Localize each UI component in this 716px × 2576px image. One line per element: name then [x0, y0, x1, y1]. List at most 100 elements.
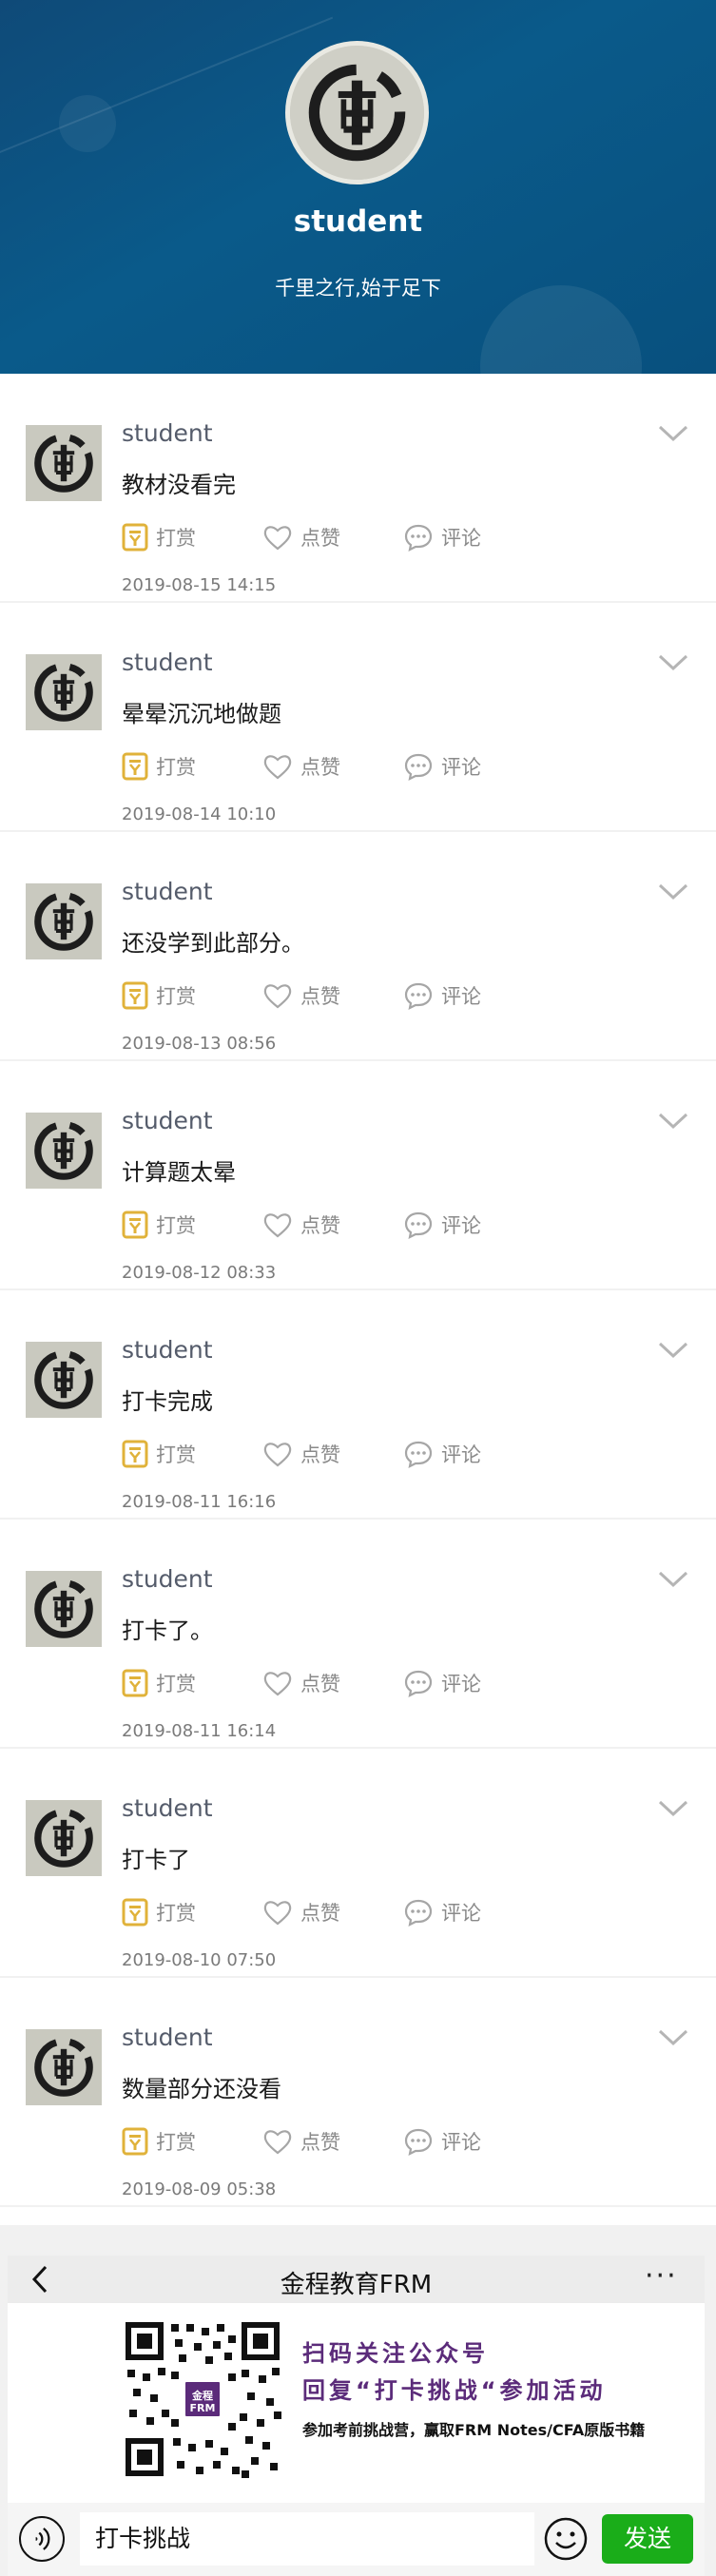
seal-logo-icon	[26, 654, 102, 730]
wechat-account-title: 金程教育FRM	[280, 2271, 433, 2299]
post-avatar[interactable]	[26, 1800, 102, 1876]
like-button[interactable]: 点赞	[262, 981, 340, 1010]
comment-label: 评论	[441, 985, 481, 1008]
chevron-down-icon[interactable]	[656, 1569, 690, 1590]
post-item: student 打卡了。 打赏 点赞 评论 2019-08-11 16:14	[0, 1520, 716, 1749]
like-button[interactable]: 点赞	[262, 1669, 340, 1697]
chevron-down-icon[interactable]	[656, 881, 690, 902]
post-username[interactable]: student	[122, 419, 213, 447]
qr-code[interactable]: 金程 FRM	[122, 2318, 283, 2480]
like-label: 点赞	[300, 756, 340, 779]
reward-coin-icon	[122, 1898, 148, 1927]
post-avatar[interactable]	[26, 425, 102, 501]
post-actions: 打赏 点赞 评论	[122, 1440, 654, 1468]
post-timestamp: 2019-08-12 08:33	[122, 1263, 277, 1283]
reward-button[interactable]: 打赏	[122, 981, 196, 1010]
like-button[interactable]: 点赞	[262, 1440, 340, 1468]
qr-brand-logo: 金程 FRM	[183, 2379, 223, 2419]
reward-label: 打赏	[156, 1673, 196, 1695]
seal-logo-icon	[290, 46, 424, 180]
post-username[interactable]: student	[122, 2024, 213, 2051]
chevron-down-icon[interactable]	[656, 1798, 690, 1819]
post-avatar[interactable]	[26, 654, 102, 730]
like-button[interactable]: 点赞	[262, 752, 340, 781]
reward-coin-icon	[122, 752, 148, 781]
post-avatar[interactable]	[26, 883, 102, 959]
post-username[interactable]: student	[122, 649, 213, 676]
post-avatar[interactable]	[26, 1342, 102, 1418]
comment-button[interactable]: 评论	[403, 1440, 481, 1468]
like-button[interactable]: 点赞	[262, 2127, 340, 2156]
comment-button[interactable]: 评论	[403, 981, 481, 1010]
reward-button[interactable]: 打赏	[122, 2127, 196, 2156]
seal-logo-icon	[26, 1113, 102, 1189]
reward-button[interactable]: 打赏	[122, 523, 196, 552]
speech-bubble-icon	[404, 2128, 433, 2156]
post-username[interactable]: student	[122, 1565, 213, 1593]
heart-icon	[263, 1901, 292, 1926]
profile-name: student	[293, 204, 423, 239]
reward-button[interactable]: 打赏	[122, 1669, 196, 1697]
chevron-down-icon[interactable]	[656, 1111, 690, 1132]
post-content: 打卡了	[122, 1847, 190, 1873]
like-button[interactable]: 点赞	[262, 523, 340, 552]
comment-button[interactable]: 评论	[403, 1669, 481, 1697]
reward-button[interactable]: 打赏	[122, 1211, 196, 1239]
message-input[interactable]: 打卡挑战	[80, 2512, 534, 2566]
seal-logo-icon	[26, 1342, 102, 1418]
like-label: 点赞	[300, 1443, 340, 1466]
reward-label: 打赏	[156, 1902, 196, 1925]
heart-icon	[263, 526, 292, 551]
reward-button[interactable]: 打赏	[122, 1898, 196, 1927]
send-button[interactable]: 发送	[602, 2514, 693, 2564]
reward-label: 打赏	[156, 1443, 196, 1466]
more-options-icon[interactable]: ···	[645, 2262, 678, 2291]
comment-button[interactable]: 评论	[403, 523, 481, 552]
comment-button[interactable]: 评论	[403, 2127, 481, 2156]
like-button[interactable]: 点赞	[262, 1211, 340, 1239]
reward-button[interactable]: 打赏	[122, 1440, 196, 1468]
post-item: student 还没学到此部分。 打赏 点赞 评论 2019-08-13 08:…	[0, 832, 716, 1061]
chevron-down-icon[interactable]	[656, 1340, 690, 1361]
chevron-down-icon[interactable]	[656, 423, 690, 444]
promo-line-3: 参加考前挑战营，赢取FRM Notes/CFA原版书籍	[302, 2421, 646, 2439]
post-actions: 打赏 点赞 评论	[122, 752, 654, 781]
comment-label: 评论	[441, 527, 481, 550]
post-timestamp: 2019-08-10 07:50	[122, 1950, 277, 1970]
seal-logo-icon	[26, 2029, 102, 2105]
voice-icon[interactable]	[19, 2516, 65, 2562]
wechat-title-bar: 金程教育FRM ···	[8, 2256, 705, 2303]
promo-card: 金程 FRM 扫码关注公众号 回复“打卡挑战“参加活动 参加考前挑战营，赢取FR…	[8, 2303, 705, 2503]
promo-line-2: 回复“打卡挑战“参加活动	[302, 2377, 607, 2404]
post-item: student 打卡完成 打赏 点赞 评论 2019-08-11 16:16	[0, 1290, 716, 1520]
comment-button[interactable]: 评论	[403, 1211, 481, 1239]
seal-logo-icon	[26, 425, 102, 501]
reward-coin-icon	[122, 523, 148, 552]
reward-button[interactable]: 打赏	[122, 752, 196, 781]
comment-button[interactable]: 评论	[403, 752, 481, 781]
post-avatar[interactable]	[26, 1571, 102, 1647]
post-username[interactable]: student	[122, 1107, 213, 1134]
emoji-icon[interactable]	[543, 2516, 589, 2562]
chat-input-bar: 打卡挑战 发送	[8, 2503, 705, 2576]
post-avatar[interactable]	[26, 2029, 102, 2105]
comment-label: 评论	[441, 756, 481, 779]
post-actions: 打赏 点赞 评论	[122, 1669, 654, 1697]
like-button[interactable]: 点赞	[262, 1898, 340, 1927]
profile-motto: 千里之行,始于足下	[275, 277, 441, 300]
like-label: 点赞	[300, 2131, 340, 2154]
post-username[interactable]: student	[122, 878, 213, 905]
like-label: 点赞	[300, 1214, 340, 1237]
post-timestamp: 2019-08-11 16:16	[122, 1492, 277, 1512]
profile-avatar[interactable]	[285, 41, 429, 184]
post-username[interactable]: student	[122, 1794, 213, 1822]
post-username[interactable]: student	[122, 1336, 213, 1364]
comment-label: 评论	[441, 1443, 481, 1466]
comment-button[interactable]: 评论	[403, 1898, 481, 1927]
post-avatar[interactable]	[26, 1113, 102, 1189]
seal-logo-icon	[26, 1800, 102, 1876]
like-label: 点赞	[300, 527, 340, 550]
post-item: student 晕晕沉沉地做题 打赏 点赞 评论 2019-08-14 10:1…	[0, 603, 716, 832]
chevron-down-icon[interactable]	[656, 2027, 690, 2048]
chevron-down-icon[interactable]	[656, 652, 690, 673]
